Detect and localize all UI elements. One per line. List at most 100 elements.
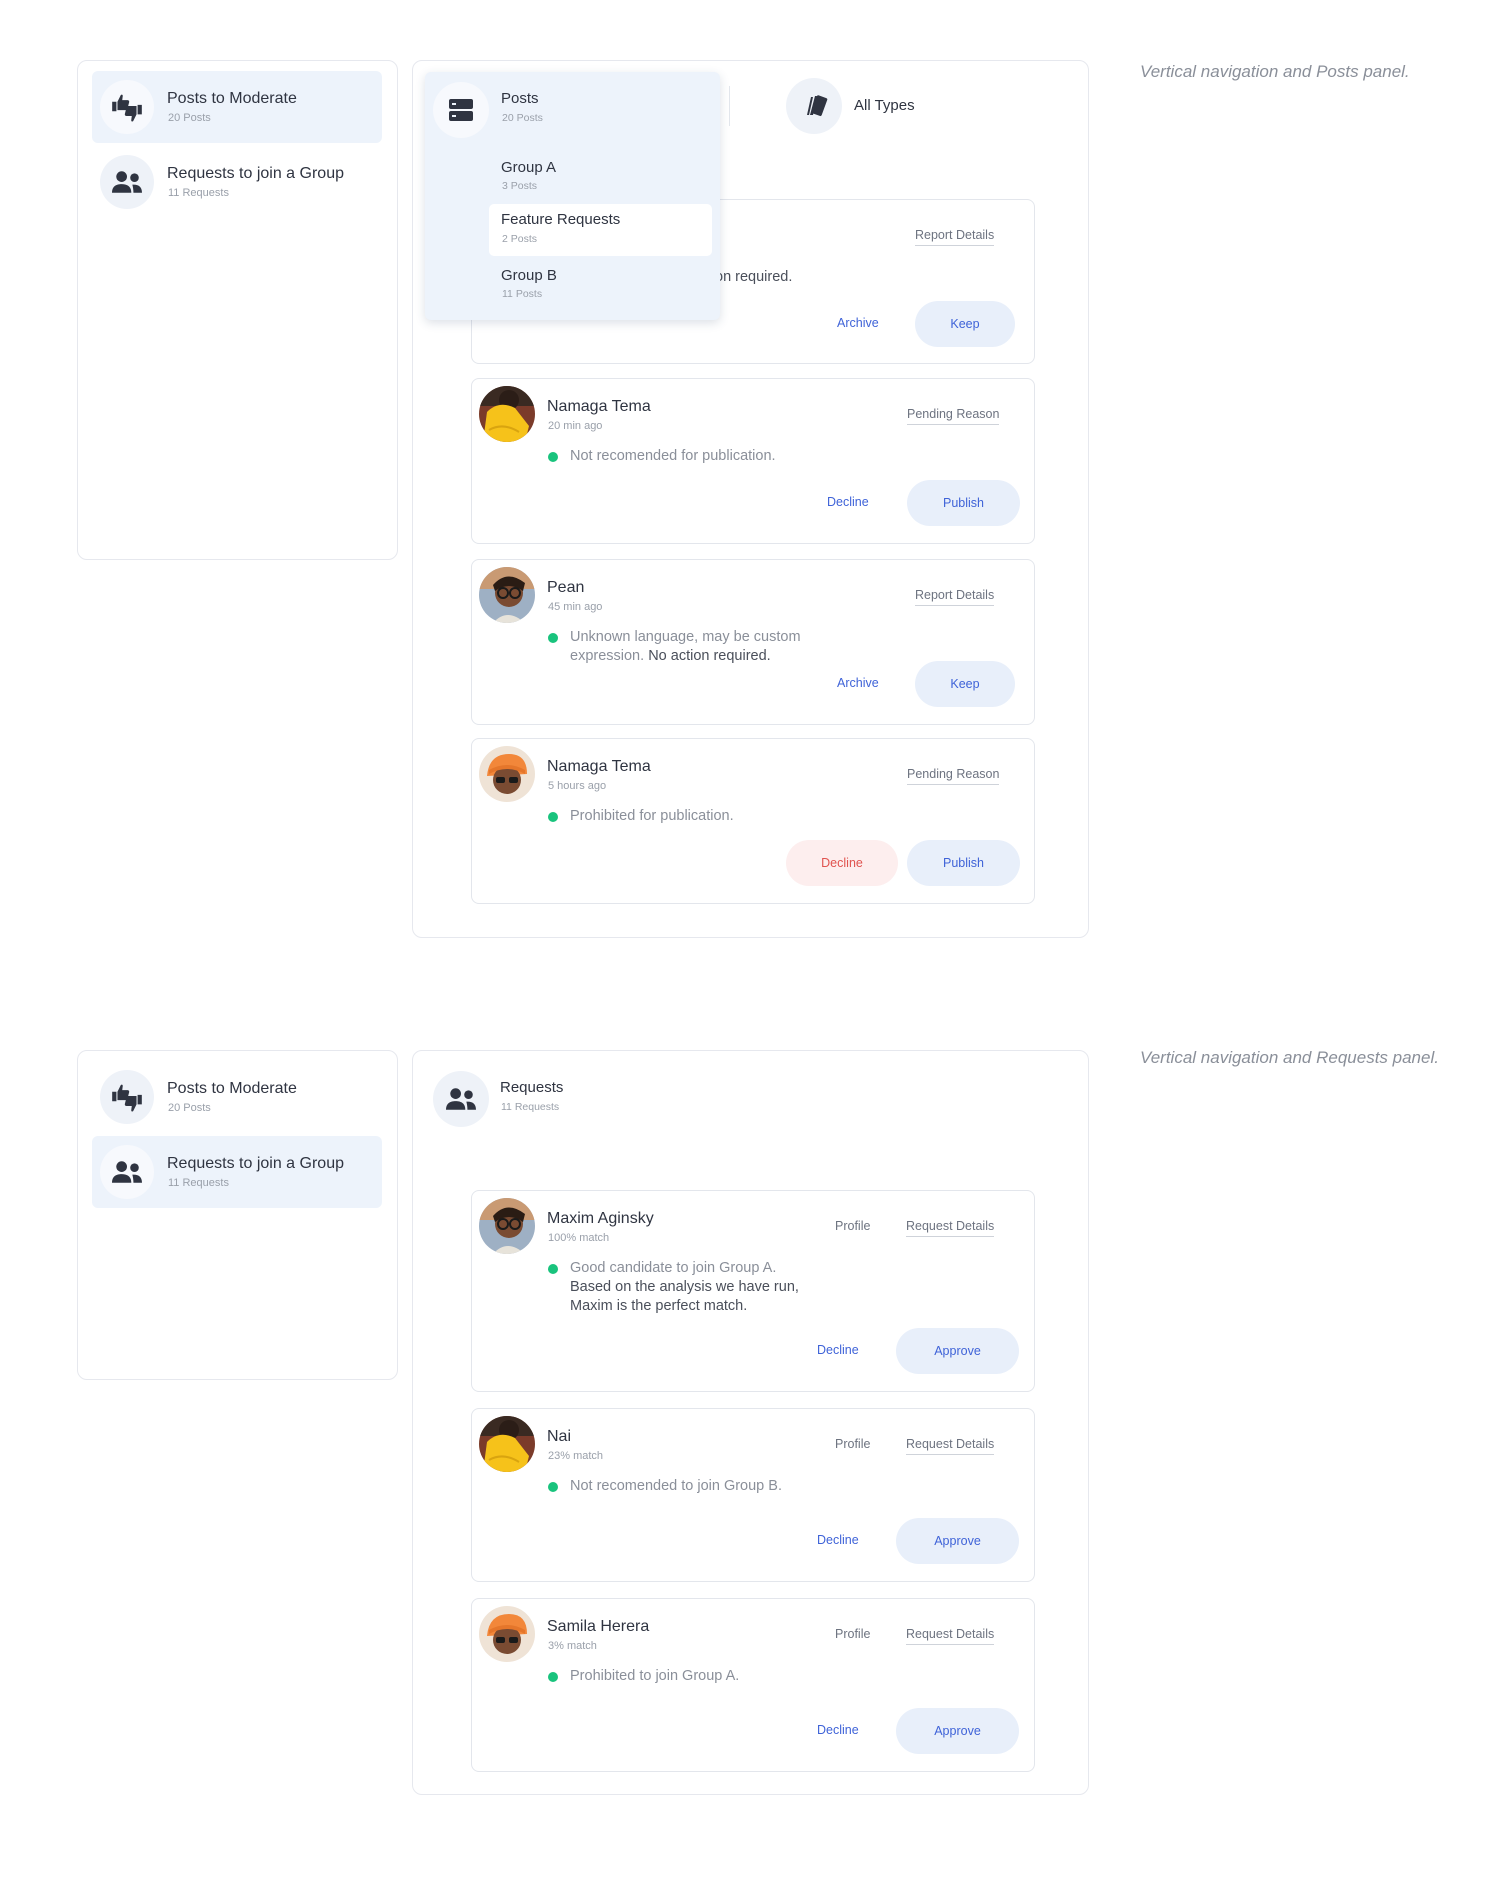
- dropdown-item-count: 11 Posts: [502, 288, 543, 300]
- message-text: expression.: [570, 648, 649, 664]
- approve-button[interactable]: Approve: [896, 1518, 1019, 1564]
- request-message: Not recomended to join Group B.: [570, 1478, 782, 1494]
- server-icon: [433, 82, 489, 138]
- cards-icon: [786, 78, 842, 134]
- requester-name: Maxim Aginsky: [547, 1210, 654, 1227]
- keep-button[interactable]: Keep: [915, 301, 1015, 347]
- request-message-line-2: Based on the analysis we have run,: [570, 1279, 799, 1295]
- decline-button[interactable]: Decline: [817, 1343, 859, 1357]
- requester-name: Nai: [547, 1428, 572, 1445]
- match-score: 23% match: [548, 1450, 604, 1462]
- request-details-link[interactable]: Request Details: [906, 1219, 995, 1237]
- message-emphasis: No action required.: [648, 648, 771, 664]
- request-card: Nai 23% match Profile Request Details No…: [471, 1408, 1035, 1582]
- author-name: Namaga Tema: [547, 758, 651, 775]
- request-message: Prohibited to join Group A.: [570, 1668, 740, 1684]
- nav-item-label: Requests to join a Group: [167, 1155, 344, 1172]
- status-dot: [548, 812, 558, 822]
- author-name: Pean: [547, 579, 585, 596]
- requests-header: Requests 11 Requests: [433, 1071, 733, 1127]
- nav-item-posts-to-moderate[interactable]: Posts to Moderate 20 Posts: [92, 1061, 382, 1133]
- avatar: [479, 1606, 535, 1662]
- request-card: Maxim Aginsky 100% match Profile Request…: [471, 1190, 1035, 1392]
- post-card: Namaga Tema 20 min ago Pending Reason No…: [471, 378, 1035, 544]
- people-icon: [100, 1145, 154, 1199]
- status-dot: [548, 1482, 558, 1492]
- caption-top: Vertical navigation and Posts panel.: [1140, 62, 1410, 81]
- request-message-line-1: Good candidate to join Group A.: [570, 1260, 777, 1276]
- decline-button[interactable]: Decline: [817, 1723, 859, 1737]
- post-time: 5 hours ago: [548, 780, 607, 792]
- thumbs-up-down-icon: [100, 80, 154, 134]
- publish-button[interactable]: Publish: [907, 480, 1020, 526]
- avatar: [479, 1416, 535, 1472]
- requests-title: Requests: [500, 1079, 564, 1096]
- avatar: [479, 746, 535, 802]
- nav-item-count: 20 Posts: [168, 112, 211, 124]
- dropdown-item-label: Group A: [501, 159, 557, 176]
- profile-link[interactable]: Profile: [835, 1219, 870, 1236]
- decline-button[interactable]: Decline: [827, 495, 869, 509]
- divider: [729, 86, 730, 126]
- nav-item-requests-to-join[interactable]: Requests to join a Group 11 Requests: [92, 1136, 382, 1208]
- requester-name: Samila Herera: [547, 1618, 650, 1635]
- dropdown-item-feature-requests[interactable]: Feature Requests 2 Posts: [489, 204, 712, 256]
- post-message-line-2: expression. No action required.: [570, 647, 771, 666]
- nav-item-count: 20 Posts: [168, 1102, 211, 1114]
- nav-item-label: Posts to Moderate: [167, 90, 297, 107]
- nav-item-label: Requests to join a Group: [167, 165, 344, 182]
- dropdown-header-title: Posts: [501, 90, 539, 107]
- post-message: on required.: [715, 269, 793, 285]
- post-card: Pean 45 min ago Report Details Unknown l…: [471, 559, 1035, 725]
- request-message-line-3: Maxim is the perfect match.: [570, 1298, 748, 1314]
- pending-reason-link[interactable]: Pending Reason: [907, 407, 1000, 425]
- caption-bottom: Vertical navigation and Requests panel.: [1140, 1048, 1439, 1067]
- archive-button[interactable]: Archive: [837, 316, 879, 330]
- nav-item-posts-to-moderate[interactable]: Posts to Moderate 20 Posts: [92, 71, 382, 143]
- status-dot: [548, 452, 558, 462]
- dropdown-item-label: Feature Requests: [501, 211, 621, 228]
- thumbs-up-down-icon: [100, 1070, 154, 1124]
- dropdown-header-count: 20 Posts: [502, 112, 543, 124]
- all-types-label: All Types: [854, 97, 915, 114]
- approve-button[interactable]: Approve: [896, 1708, 1019, 1754]
- pending-reason-link[interactable]: Pending Reason: [907, 767, 1000, 785]
- posts-group-dropdown[interactable]: Posts 20 Posts Group A 3 Posts Feature R…: [425, 72, 720, 320]
- match-score: 3% match: [548, 1640, 597, 1652]
- post-time: 45 min ago: [548, 601, 603, 613]
- dropdown-item-count: 2 Posts: [502, 233, 538, 245]
- report-details-link[interactable]: Report Details: [915, 228, 995, 246]
- post-time: 20 min ago: [548, 420, 603, 432]
- nav-item-label: Posts to Moderate: [167, 1080, 297, 1097]
- request-card: Samila Herera 3% match Profile Request D…: [471, 1598, 1035, 1772]
- avatar: [479, 386, 535, 442]
- people-icon: [100, 155, 154, 209]
- profile-link[interactable]: Profile: [835, 1627, 870, 1644]
- report-details-link[interactable]: Report Details: [915, 588, 995, 606]
- status-dot: [548, 1672, 558, 1682]
- nav-item-count: 11 Requests: [168, 1177, 229, 1189]
- avatar: [479, 567, 535, 623]
- status-dot: [548, 633, 558, 643]
- avatar: [479, 1198, 535, 1254]
- dropdown-item-group-a[interactable]: Group A 3 Posts: [489, 152, 712, 200]
- dropdown-item-count: 3 Posts: [502, 180, 538, 192]
- all-types-filter[interactable]: All Types: [786, 78, 956, 134]
- publish-button[interactable]: Publish: [907, 840, 1020, 886]
- keep-button[interactable]: Keep: [915, 661, 1015, 707]
- match-score: 100% match: [548, 1232, 610, 1244]
- profile-link[interactable]: Profile: [835, 1437, 870, 1454]
- requests-count: 11 Requests: [501, 1101, 560, 1113]
- status-dot: [548, 1264, 558, 1274]
- decline-button[interactable]: Decline: [786, 840, 898, 886]
- dropdown-item-group-b[interactable]: Group B 11 Posts: [489, 260, 712, 308]
- decline-button[interactable]: Decline: [817, 1533, 859, 1547]
- request-details-link[interactable]: Request Details: [906, 1437, 995, 1455]
- request-details-link[interactable]: Request Details: [906, 1627, 995, 1645]
- post-message-line-1: Unknown language, may be custom: [570, 629, 801, 645]
- post-card: Namaga Tema 5 hours ago Pending Reason P…: [471, 738, 1035, 904]
- approve-button[interactable]: Approve: [896, 1328, 1019, 1374]
- archive-button[interactable]: Archive: [837, 676, 879, 690]
- nav-item-requests-to-join[interactable]: Requests to join a Group 11 Requests: [92, 146, 382, 218]
- people-icon: [433, 1071, 489, 1127]
